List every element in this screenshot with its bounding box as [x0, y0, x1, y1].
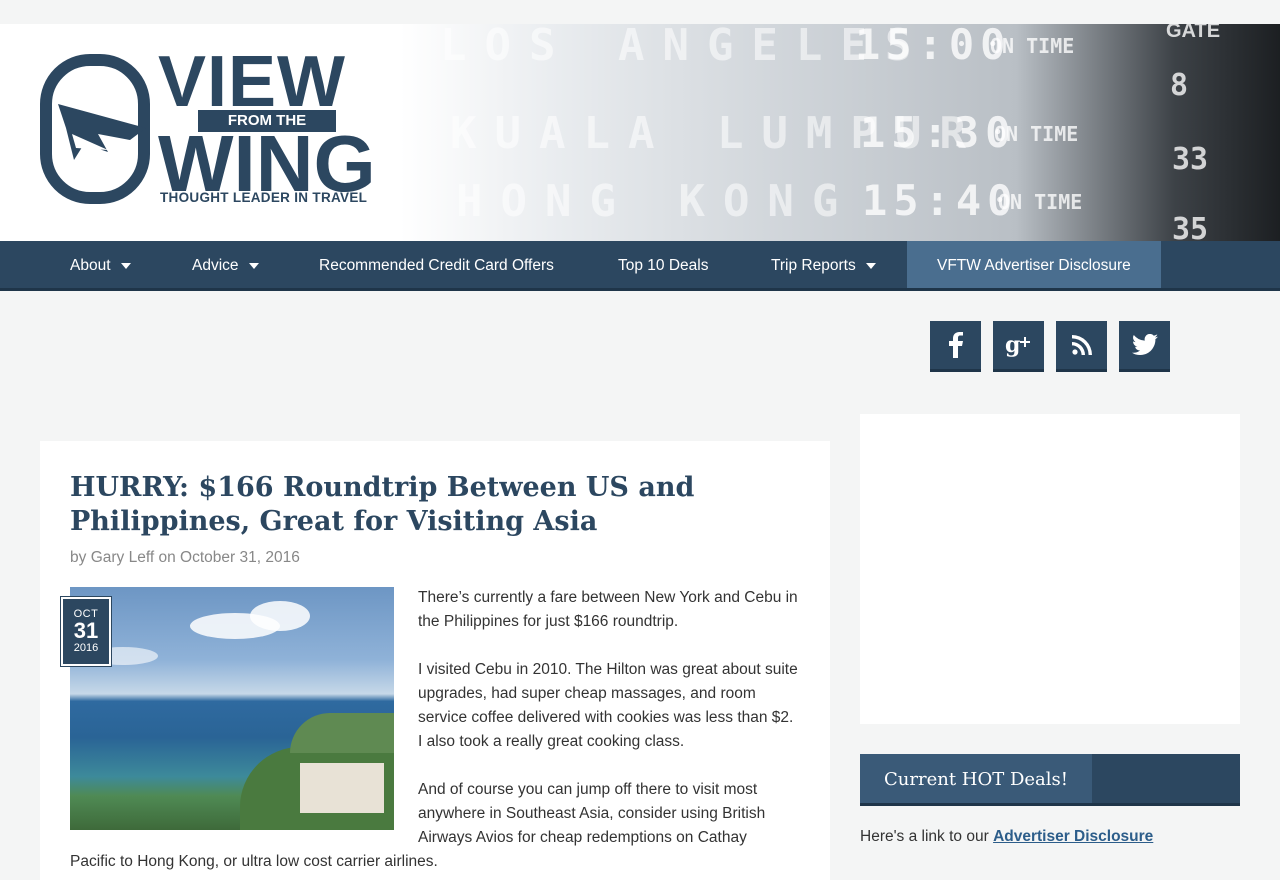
caret-down-icon	[120, 262, 131, 269]
logo-tagline: THOUGHT LEADER IN TRAVEL	[160, 190, 368, 205]
airplane-wing-icon	[58, 104, 146, 160]
article-card: HURRY: $166 Roundtrip Between US and Phi…	[40, 441, 830, 880]
board-row: KUALA LUMPUR 15:30 ON TIME 33	[400, 108, 1280, 177]
board-gate: 35	[1172, 212, 1209, 241]
logo-text-view: VIEW	[158, 42, 347, 122]
nav-item-label: Top 10 Deals	[618, 257, 709, 274]
nav-item-top-10-deals[interactable]: Top 10 Deals	[618, 241, 708, 288]
nav-item-about[interactable]: About	[70, 241, 131, 288]
twitter-button[interactable]	[1119, 321, 1170, 372]
board-time: 15:30	[860, 108, 1017, 157]
board-status: ON TIME	[998, 190, 1083, 214]
sidebar-disclosure-text: Here's a link to our Advertiser Disclosu…	[860, 828, 1153, 846]
nav-item-advice[interactable]: Advice	[192, 241, 259, 288]
nav-item-credit-card-offers[interactable]: Recommended Credit Card Offers	[319, 241, 554, 288]
article-paragraph: And of course you can jump off there to …	[418, 781, 766, 846]
board-status: ON TIME	[990, 34, 1075, 58]
top-bar	[0, 0, 1280, 24]
caret-down-icon	[248, 262, 259, 269]
nav-item-trip-reports[interactable]: Trip Reports	[771, 241, 876, 288]
date-badge-day: 31	[73, 618, 99, 643]
facebook-button[interactable]	[930, 321, 981, 372]
board-city: HONG KONG	[456, 176, 857, 227]
article-title[interactable]: HURRY: $166 Roundtrip Between US and Phi…	[70, 471, 800, 539]
byline-on: on	[158, 549, 176, 566]
nav-item-label: VFTW Advertiser Disclosure	[937, 257, 1131, 274]
board-gate: 8	[1170, 68, 1189, 103]
site-logo[interactable]: VIEW FROM THE WING THOUGHT LEADER IN TRA…	[40, 46, 376, 206]
widget-title: Current HOT Deals!	[860, 754, 1092, 803]
article-photo[interactable]	[70, 587, 394, 830]
photo-hotel	[300, 763, 384, 813]
nav-item-label: Trip Reports	[771, 257, 856, 274]
board-gate: 33	[1172, 142, 1209, 177]
disclosure-prefix: Here's a link to our	[860, 828, 989, 845]
post-date: October 31, 2016	[180, 549, 300, 566]
facebook-icon	[948, 332, 963, 358]
board-row: HONG KONG 15:40 ON TIME 35	[400, 176, 1280, 241]
article-paragraph: I visited Cebu in 2010. The Hilton was g…	[418, 661, 798, 750]
google-plus-button[interactable]: g	[993, 321, 1044, 372]
article-paragraph: There’s currently a fare between New Yor…	[418, 589, 798, 630]
author-link[interactable]: Gary Leff	[91, 549, 154, 566]
article-paragraph: Pacific to Hong Kong, or ultra low cost …	[70, 853, 438, 870]
date-badge-year: 2016	[73, 642, 99, 654]
main-nav: About Advice Recommended Credit Card Off…	[0, 241, 1280, 291]
photo-hill	[290, 713, 394, 753]
photo-cloud	[250, 601, 310, 631]
board-time: 15:00	[855, 24, 1012, 69]
svg-text:g: g	[1005, 333, 1020, 357]
twitter-icon	[1131, 334, 1158, 356]
advertiser-disclosure-link[interactable]: Advertiser Disclosure	[993, 828, 1153, 845]
date-badge: OCT 31 2016	[60, 596, 112, 667]
rss-button[interactable]	[1056, 321, 1107, 372]
board-status: ON TIME	[994, 122, 1079, 146]
byline-by: by	[70, 549, 87, 566]
article-title-link[interactable]: HURRY: $166 Roundtrip Between US and Phi…	[70, 472, 694, 537]
board-time: 15:40	[862, 176, 1019, 225]
hot-deals-widget-header: Current HOT Deals!	[860, 754, 1240, 806]
sidebar-ad-slot	[860, 414, 1240, 724]
logo-window-mark	[40, 54, 150, 204]
departure-board-banner: GATE LOS ANGELES 15:00 ON TIME 8 KUALA L…	[400, 24, 1280, 241]
board-row: LOS ANGELES 15:00 ON TIME 8	[400, 24, 1280, 103]
article-byline: by Gary Leff on October 31, 2016	[70, 549, 300, 567]
nav-item-label: Advice	[192, 257, 239, 274]
nav-item-label: Recommended Credit Card Offers	[319, 257, 554, 274]
nav-item-advertiser-disclosure[interactable]: VFTW Advertiser Disclosure	[907, 241, 1161, 288]
rss-icon	[1071, 335, 1092, 355]
caret-down-icon	[865, 262, 876, 269]
site-header: GATE LOS ANGELES 15:00 ON TIME 8 KUALA L…	[0, 24, 1280, 241]
nav-item-label: About	[70, 257, 111, 274]
google-plus-icon: g	[1005, 333, 1030, 357]
